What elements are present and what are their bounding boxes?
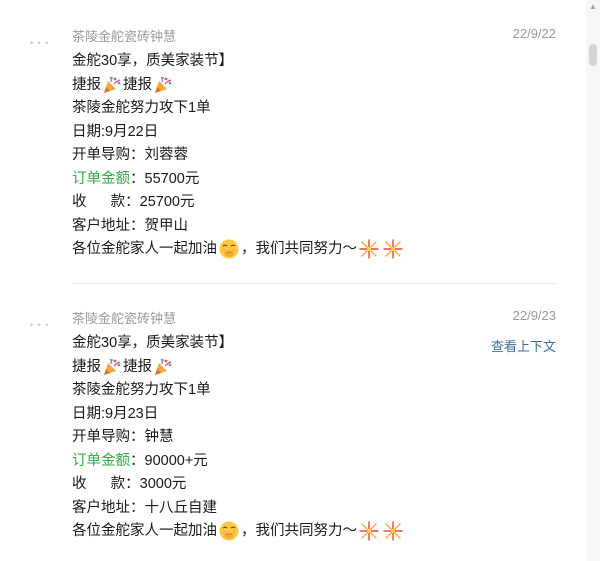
message-text: 各位金舵家人一起加油 xyxy=(72,523,217,539)
message-line: 订单金额：90000+元 xyxy=(72,450,405,474)
message-text: ，我们共同努力～ xyxy=(241,523,357,539)
avatar[interactable]: • • • xyxy=(30,320,52,334)
message-line: 金舵30享，质美家装节】 xyxy=(72,335,234,351)
message-body: 金舵30享，质美家装节】 捷报 捷报 茶陵金舵努力攻下1单 日期:9月22日 开单… xyxy=(72,50,405,262)
scroll-up-icon[interactable]: ▲ xyxy=(589,2,597,12)
message-text: 捷报 xyxy=(123,76,152,93)
message-line: 各位金舵家人一起加油 ，我们共同努力～ xyxy=(72,520,405,544)
message-line: 收 款：3000元 xyxy=(72,476,187,492)
fireworks-icon xyxy=(358,238,380,260)
message-date: 22/9/23 xyxy=(512,308,556,323)
highlight-text: 订单金额 xyxy=(72,452,130,469)
party-popper-icon xyxy=(102,75,122,95)
fireworks-icon xyxy=(358,520,380,542)
message-line: 收 款：25700元 xyxy=(72,194,195,210)
message-divider xyxy=(72,283,556,284)
view-context-link[interactable]: 查看上下文 xyxy=(491,336,556,355)
sender-name: 茶陵金舵瓷砖钟慧 xyxy=(72,311,177,326)
message-line: 客户地址：贺甲山 xyxy=(72,217,188,234)
message-line: 开单导购：钟慧 xyxy=(72,429,174,445)
fireworks-icon xyxy=(382,238,404,260)
party-popper-icon xyxy=(153,357,173,377)
message-text: 捷报 xyxy=(123,358,152,375)
message-body: 金舵30享，质美家装节】 捷报 捷报 茶陵金舵努力攻下1单 日期:9月23日 开单… xyxy=(72,332,405,544)
message-text: 各位金舵家人一起加油 xyxy=(72,241,217,257)
message-line: 捷报 捷报 xyxy=(72,74,405,98)
message-text: ，我们共同努力～ xyxy=(241,241,357,257)
message-line: 订单金额：55700元 xyxy=(72,168,405,192)
message-text: 捷报 xyxy=(72,358,101,375)
fireworks-icon xyxy=(382,520,404,542)
sender-name: 茶陵金舵瓷砖钟慧 xyxy=(72,29,177,44)
scrollbar[interactable]: ▲ xyxy=(586,0,600,561)
message-line: 茶陵金舵努力攻下1单 xyxy=(72,100,211,116)
highlight-text: 订单金额 xyxy=(72,170,130,187)
message-line: 金舵30享，质美家装节】 xyxy=(72,53,234,69)
party-popper-icon xyxy=(153,75,173,95)
message-line: 日期:9月22日 xyxy=(72,123,159,140)
message-line: 茶陵金舵努力攻下1单 xyxy=(72,382,211,398)
avatar[interactable]: • • • xyxy=(30,38,52,52)
message-line: 各位金舵家人一起加油 ，我们共同努力～ xyxy=(72,238,405,262)
message-date: 22/9/22 xyxy=(512,26,556,41)
message-text: ：90000+元 xyxy=(130,452,208,469)
hand-over-mouth-face-icon xyxy=(218,238,240,260)
party-popper-icon xyxy=(102,357,122,377)
message-text: 捷报 xyxy=(72,76,101,93)
message-line: 捷报 捷报 xyxy=(72,356,405,380)
message-text: ：55700元 xyxy=(130,170,200,187)
scroll-thumb[interactable] xyxy=(589,44,597,66)
message-line: 开单导购：刘蓉蓉 xyxy=(72,147,188,163)
message-line: 日期:9月23日 xyxy=(72,405,159,422)
hand-over-mouth-face-icon xyxy=(218,520,240,542)
message-line: 客户地址：十八丘自建 xyxy=(72,499,217,516)
